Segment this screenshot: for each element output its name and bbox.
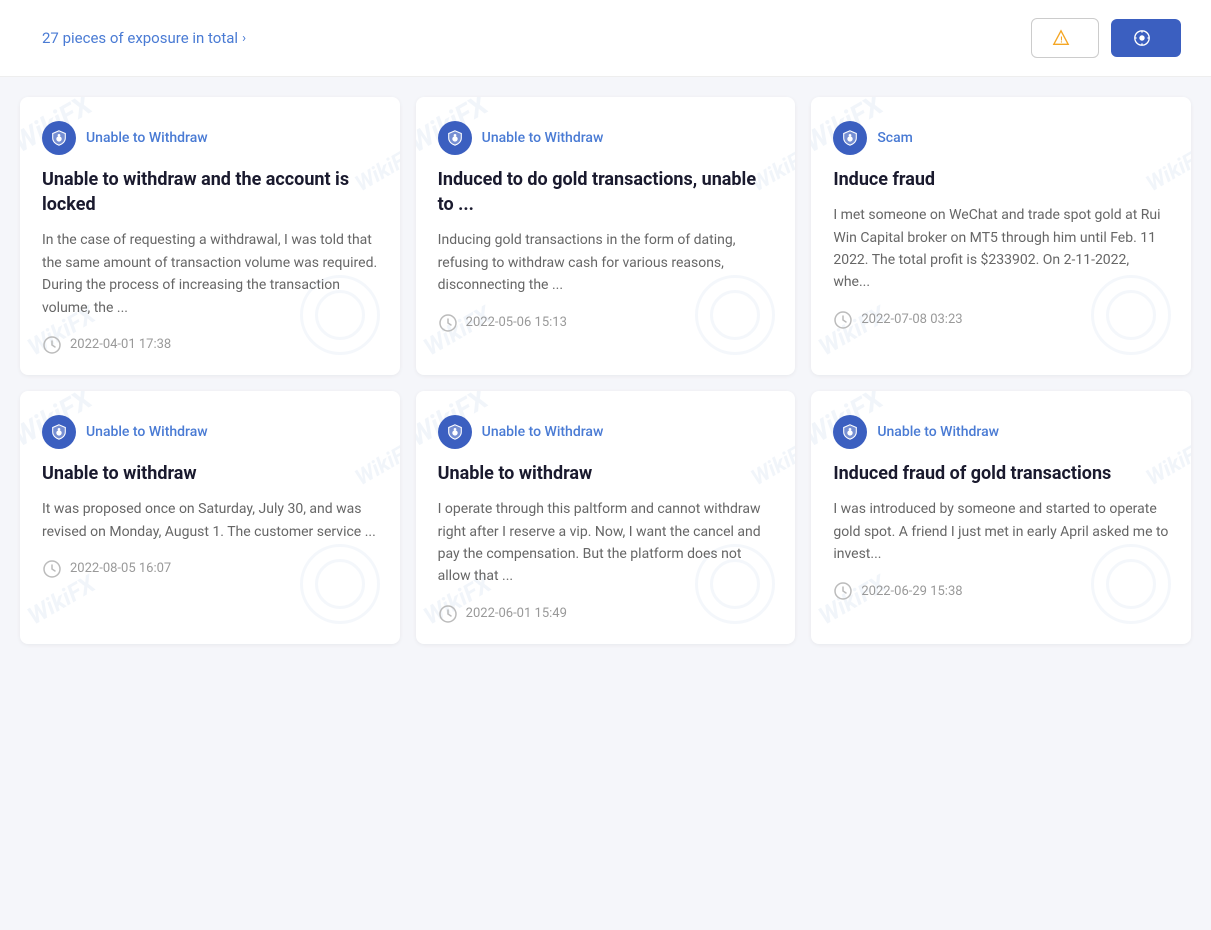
card-date: 2022-04-01 17:38 bbox=[70, 337, 171, 352]
count-arrow-icon: › bbox=[242, 31, 246, 46]
card-content: Unable to Withdraw Unable to withdraw I … bbox=[438, 415, 774, 624]
clock-icon bbox=[438, 313, 458, 333]
card-title: Induced to do gold transactions, unable … bbox=[438, 167, 774, 217]
tag-label: Unable to Withdraw bbox=[86, 130, 208, 146]
shield-bug-icon bbox=[841, 129, 859, 147]
header-right: ! bbox=[1031, 18, 1181, 58]
complaint-card[interactable]: WikiFX WikiFX WikiFX Unable to Withdraw … bbox=[20, 391, 400, 644]
card-title: Induced fraud of gold transactions bbox=[833, 461, 1169, 486]
card-title: Unable to withdraw bbox=[42, 461, 378, 486]
card-footer: 2022-04-01 17:38 bbox=[42, 335, 378, 355]
tag-icon-badge bbox=[438, 121, 472, 155]
clock-icon bbox=[42, 559, 62, 579]
complaint-card[interactable]: WikiFX WikiFX WikiFX Scam Induce fraud I… bbox=[811, 97, 1191, 375]
cards-grid: WikiFX WikiFX WikiFX Unable to Withdraw … bbox=[0, 77, 1211, 664]
tag-row: Unable to Withdraw bbox=[42, 121, 378, 155]
card-title: Induce fraud bbox=[833, 167, 1169, 192]
card-body: I operate through this paltform and cann… bbox=[438, 498, 774, 588]
card-content: Unable to Withdraw Unable to withdraw an… bbox=[42, 121, 378, 355]
expose-button[interactable] bbox=[1111, 19, 1181, 57]
card-footer: 2022-06-01 15:49 bbox=[438, 604, 774, 624]
tag-icon-badge bbox=[833, 121, 867, 155]
expose-icon bbox=[1133, 29, 1151, 47]
tag-label: Unable to Withdraw bbox=[86, 424, 208, 440]
card-footer: 2022-08-05 16:07 bbox=[42, 559, 378, 579]
card-body: I was introduced by someone and started … bbox=[833, 498, 1169, 565]
card-footer: 2022-05-06 15:13 bbox=[438, 313, 774, 333]
tag-row: Unable to Withdraw bbox=[438, 121, 774, 155]
clock-icon bbox=[42, 335, 62, 355]
shield-bug-icon bbox=[446, 423, 464, 441]
clock-icon bbox=[833, 581, 853, 601]
tag-icon-badge bbox=[42, 121, 76, 155]
card-date: 2022-06-01 15:49 bbox=[466, 606, 567, 621]
tag-label: Scam bbox=[877, 130, 913, 146]
clock-icon bbox=[438, 604, 458, 624]
shield-bug-icon bbox=[50, 423, 68, 441]
tag-label: Unable to Withdraw bbox=[482, 424, 604, 440]
complaint-card[interactable]: WikiFX WikiFX WikiFX Unable to Withdraw … bbox=[20, 97, 400, 375]
card-content: Scam Induce fraud I met someone on WeCha… bbox=[833, 121, 1169, 330]
card-title: Unable to withdraw bbox=[438, 461, 774, 486]
card-content: Unable to Withdraw Induced to do gold tr… bbox=[438, 121, 774, 333]
shield-bug-icon bbox=[50, 129, 68, 147]
tag-icon-badge bbox=[42, 415, 76, 449]
tag-label: Unable to Withdraw bbox=[877, 424, 999, 440]
tag-icon-badge bbox=[438, 415, 472, 449]
tag-row: Unable to Withdraw bbox=[833, 415, 1169, 449]
card-date: 2022-08-05 16:07 bbox=[70, 561, 171, 576]
card-footer: 2022-06-29 15:38 bbox=[833, 581, 1169, 601]
complaint-card[interactable]: WikiFX WikiFX WikiFX Unable to Withdraw … bbox=[416, 391, 796, 644]
card-date: 2022-05-06 15:13 bbox=[466, 315, 567, 330]
card-date: 2022-07-08 03:23 bbox=[861, 312, 962, 327]
card-body: It was proposed once on Saturday, July 3… bbox=[42, 498, 378, 543]
card-content: Unable to Withdraw Unable to withdraw It… bbox=[42, 415, 378, 579]
card-body: In the case of requesting a withdrawal, … bbox=[42, 229, 378, 319]
card-title: Unable to withdraw and the account is lo… bbox=[42, 167, 378, 217]
shield-bug-icon bbox=[841, 423, 859, 441]
card-content: Unable to Withdraw Induced fraud of gold… bbox=[833, 415, 1169, 601]
header-left: 27 pieces of exposure in total › bbox=[30, 29, 246, 47]
exposure-count-link[interactable]: 27 pieces of exposure in total › bbox=[42, 29, 246, 47]
card-body: I met someone on WeChat and trade spot g… bbox=[833, 204, 1169, 294]
card-footer: 2022-07-08 03:23 bbox=[833, 310, 1169, 330]
tag-label: Unable to Withdraw bbox=[482, 130, 604, 146]
warning-icon: ! bbox=[1052, 29, 1070, 47]
tag-row: Unable to Withdraw bbox=[42, 415, 378, 449]
page-header: 27 pieces of exposure in total › ! bbox=[0, 0, 1211, 77]
card-body: Inducing gold transactions in the form o… bbox=[438, 229, 774, 296]
tag-icon-badge bbox=[833, 415, 867, 449]
tag-row: Scam bbox=[833, 121, 1169, 155]
pyramid-scheme-button[interactable]: ! bbox=[1031, 18, 1099, 58]
complaint-card[interactable]: WikiFX WikiFX WikiFX Unable to Withdraw … bbox=[811, 391, 1191, 644]
shield-bug-icon bbox=[446, 129, 464, 147]
card-date: 2022-06-29 15:38 bbox=[861, 584, 962, 599]
svg-text:!: ! bbox=[1060, 36, 1063, 45]
complaint-card[interactable]: WikiFX WikiFX WikiFX Unable to Withdraw … bbox=[416, 97, 796, 375]
tag-row: Unable to Withdraw bbox=[438, 415, 774, 449]
clock-icon bbox=[833, 310, 853, 330]
